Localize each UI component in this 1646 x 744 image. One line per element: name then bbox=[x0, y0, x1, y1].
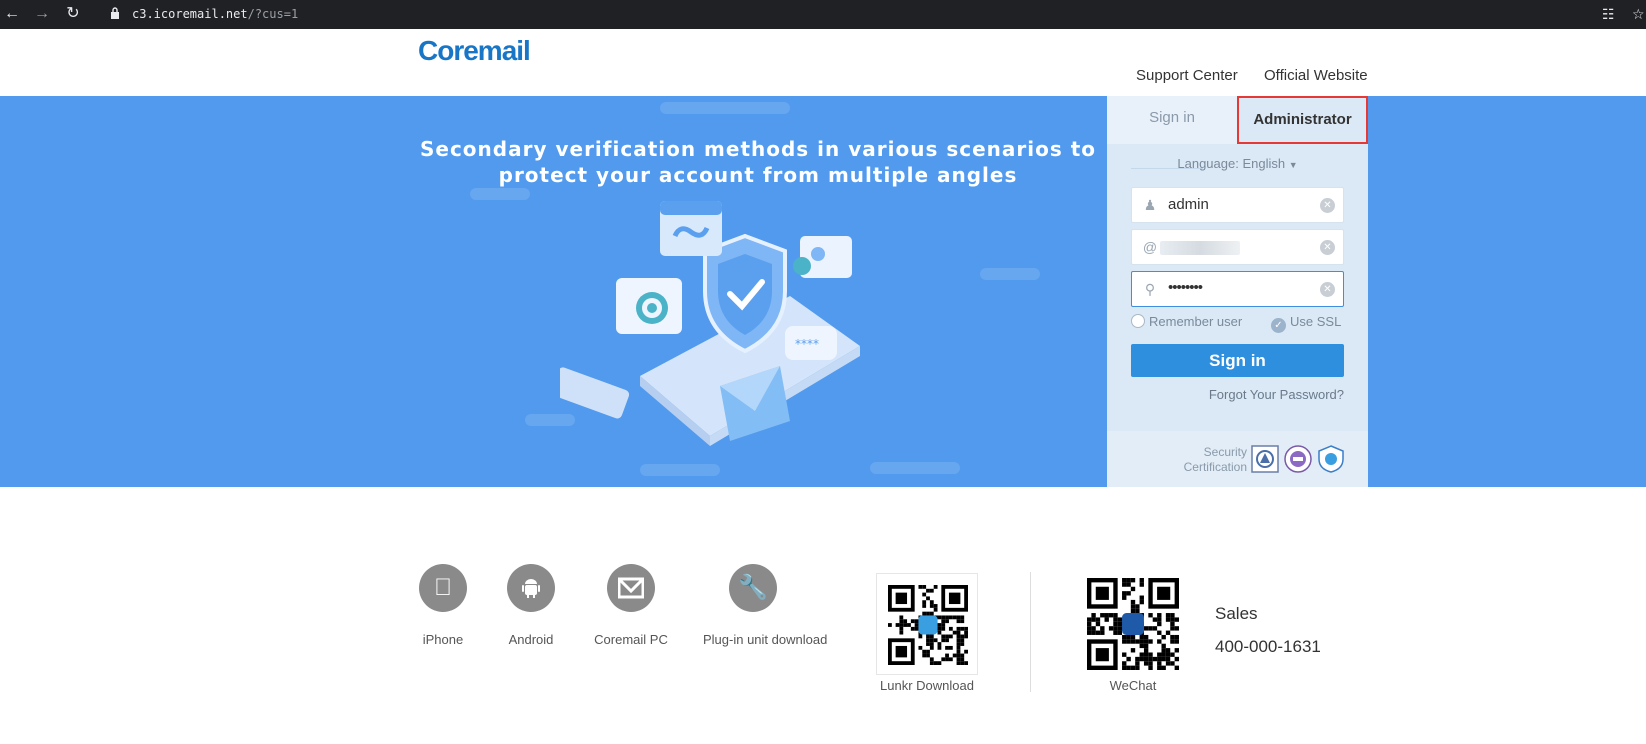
svg-text:****: **** bbox=[795, 337, 819, 351]
security-label-line-2: Certification bbox=[1183, 460, 1247, 474]
banner-title: Secondary verification methods in variou… bbox=[418, 136, 1098, 188]
key-icon: ⚲ bbox=[1144, 281, 1156, 297]
bookmark-star-icon[interactable]: ☆ bbox=[1632, 4, 1645, 24]
security-certification-label: Security Certification bbox=[1157, 445, 1247, 475]
password-value: •••••••• bbox=[1168, 279, 1203, 296]
language-label: Language: English bbox=[1177, 156, 1286, 171]
site-header: Coremail Support Center Official Website bbox=[0, 29, 1646, 96]
qr-code-image bbox=[888, 585, 968, 665]
language-selector[interactable]: Language: English ▼ bbox=[1107, 156, 1368, 171]
username-field[interactable]: ♟ admin ✕ bbox=[1131, 187, 1344, 223]
tab-sign-in[interactable]: Sign in bbox=[1107, 96, 1237, 144]
banner-title-line-2: protect your account from multiple angle… bbox=[498, 163, 1018, 187]
certification-badge-3-icon[interactable] bbox=[1317, 445, 1345, 473]
security-certification: Security Certification bbox=[1107, 431, 1368, 487]
ssl-check-icon[interactable]: ✓ bbox=[1271, 318, 1286, 333]
wechat-label: WeChat bbox=[1109, 678, 1157, 693]
reload-icon[interactable]: ↻ bbox=[63, 4, 83, 24]
user-icon: ♟ bbox=[1143, 197, 1157, 213]
apple-icon:  bbox=[419, 564, 467, 612]
forgot-password-link[interactable]: Forgot Your Password? bbox=[1209, 387, 1344, 402]
clear-password-icon[interactable]: ✕ bbox=[1320, 282, 1335, 297]
certification-badge-2-icon[interactable] bbox=[1284, 445, 1312, 473]
security-label-line-1: Security bbox=[1203, 445, 1247, 459]
banner-title-line-1: Secondary verification methods in variou… bbox=[419, 137, 1097, 161]
at-icon: @ bbox=[1142, 239, 1158, 255]
username-value: admin bbox=[1168, 196, 1209, 213]
lunkr-qr-code bbox=[876, 573, 978, 675]
official-website-link[interactable]: Official Website bbox=[1264, 67, 1368, 84]
wrench-icon: 🔧 bbox=[729, 564, 777, 612]
login-panel: Sign in Administrator Language: English … bbox=[1107, 96, 1368, 487]
sign-in-button[interactable]: Sign in bbox=[1131, 344, 1344, 377]
app-label: Coremail PC bbox=[594, 632, 668, 647]
url-path: /?cus=1 bbox=[247, 7, 299, 21]
browser-toolbar: ← → ↻ c3.icoremail.net/?cus=1 ☷ ☆ bbox=[0, 0, 1646, 29]
use-ssl-label: Use SSL bbox=[1290, 314, 1342, 329]
domain-value-redacted bbox=[1160, 241, 1240, 255]
app-download-iphone[interactable]:  iPhone bbox=[393, 564, 493, 647]
lock-icon bbox=[111, 7, 119, 19]
mail-icon bbox=[607, 564, 655, 612]
wechat-qr-code bbox=[1085, 576, 1181, 672]
sales-label: Sales bbox=[1215, 604, 1258, 623]
password-field[interactable]: ⚲ •••••••• ✕ bbox=[1131, 271, 1344, 307]
clear-domain-icon[interactable]: ✕ bbox=[1320, 240, 1335, 255]
translate-icon[interactable]: ☷ bbox=[1602, 4, 1615, 24]
clear-username-icon[interactable]: ✕ bbox=[1320, 198, 1335, 213]
app-label: Android bbox=[508, 632, 554, 647]
sales-phone: 400-000-1631 bbox=[1215, 637, 1321, 656]
chevron-down-icon: ▼ bbox=[1288, 160, 1298, 170]
back-icon[interactable]: ← bbox=[2, 4, 22, 24]
qr-code-image bbox=[1087, 578, 1179, 670]
app-download-coremail-pc[interactable]: Coremail PC bbox=[581, 564, 681, 647]
forward-icon[interactable]: → bbox=[32, 4, 52, 24]
tab-administrator[interactable]: Administrator bbox=[1237, 96, 1368, 144]
support-center-link[interactable]: Support Center bbox=[1136, 67, 1238, 84]
coremail-logo[interactable]: Coremail bbox=[418, 35, 531, 67]
app-download-android[interactable]: Android bbox=[481, 564, 581, 647]
app-label: iPhone bbox=[422, 632, 464, 647]
address-bar[interactable]: c3.icoremail.net/?cus=1 bbox=[132, 4, 298, 25]
security-illustration: **** bbox=[560, 201, 860, 446]
hero-banner: Secondary verification methods in variou… bbox=[0, 96, 1646, 487]
url-host: c3.icoremail.net bbox=[132, 7, 248, 21]
use-ssl-option[interactable]: ✓ Use SSL bbox=[1271, 314, 1341, 333]
remember-user-radio[interactable] bbox=[1131, 314, 1145, 328]
app-download-plugin[interactable]: 🔧 Plug-in unit download bbox=[703, 564, 828, 647]
certification-badge-1-icon[interactable] bbox=[1251, 445, 1279, 473]
android-icon bbox=[507, 564, 555, 612]
app-label: Plug-in unit download bbox=[703, 632, 828, 647]
remember-user-label: Remember user bbox=[1149, 314, 1243, 329]
remember-user-option[interactable]: Remember user bbox=[1131, 314, 1242, 329]
domain-field[interactable]: @ ✕ bbox=[1131, 229, 1344, 265]
footer-divider bbox=[1030, 572, 1031, 692]
lunkr-download-label[interactable]: Lunkr Download bbox=[866, 678, 988, 693]
